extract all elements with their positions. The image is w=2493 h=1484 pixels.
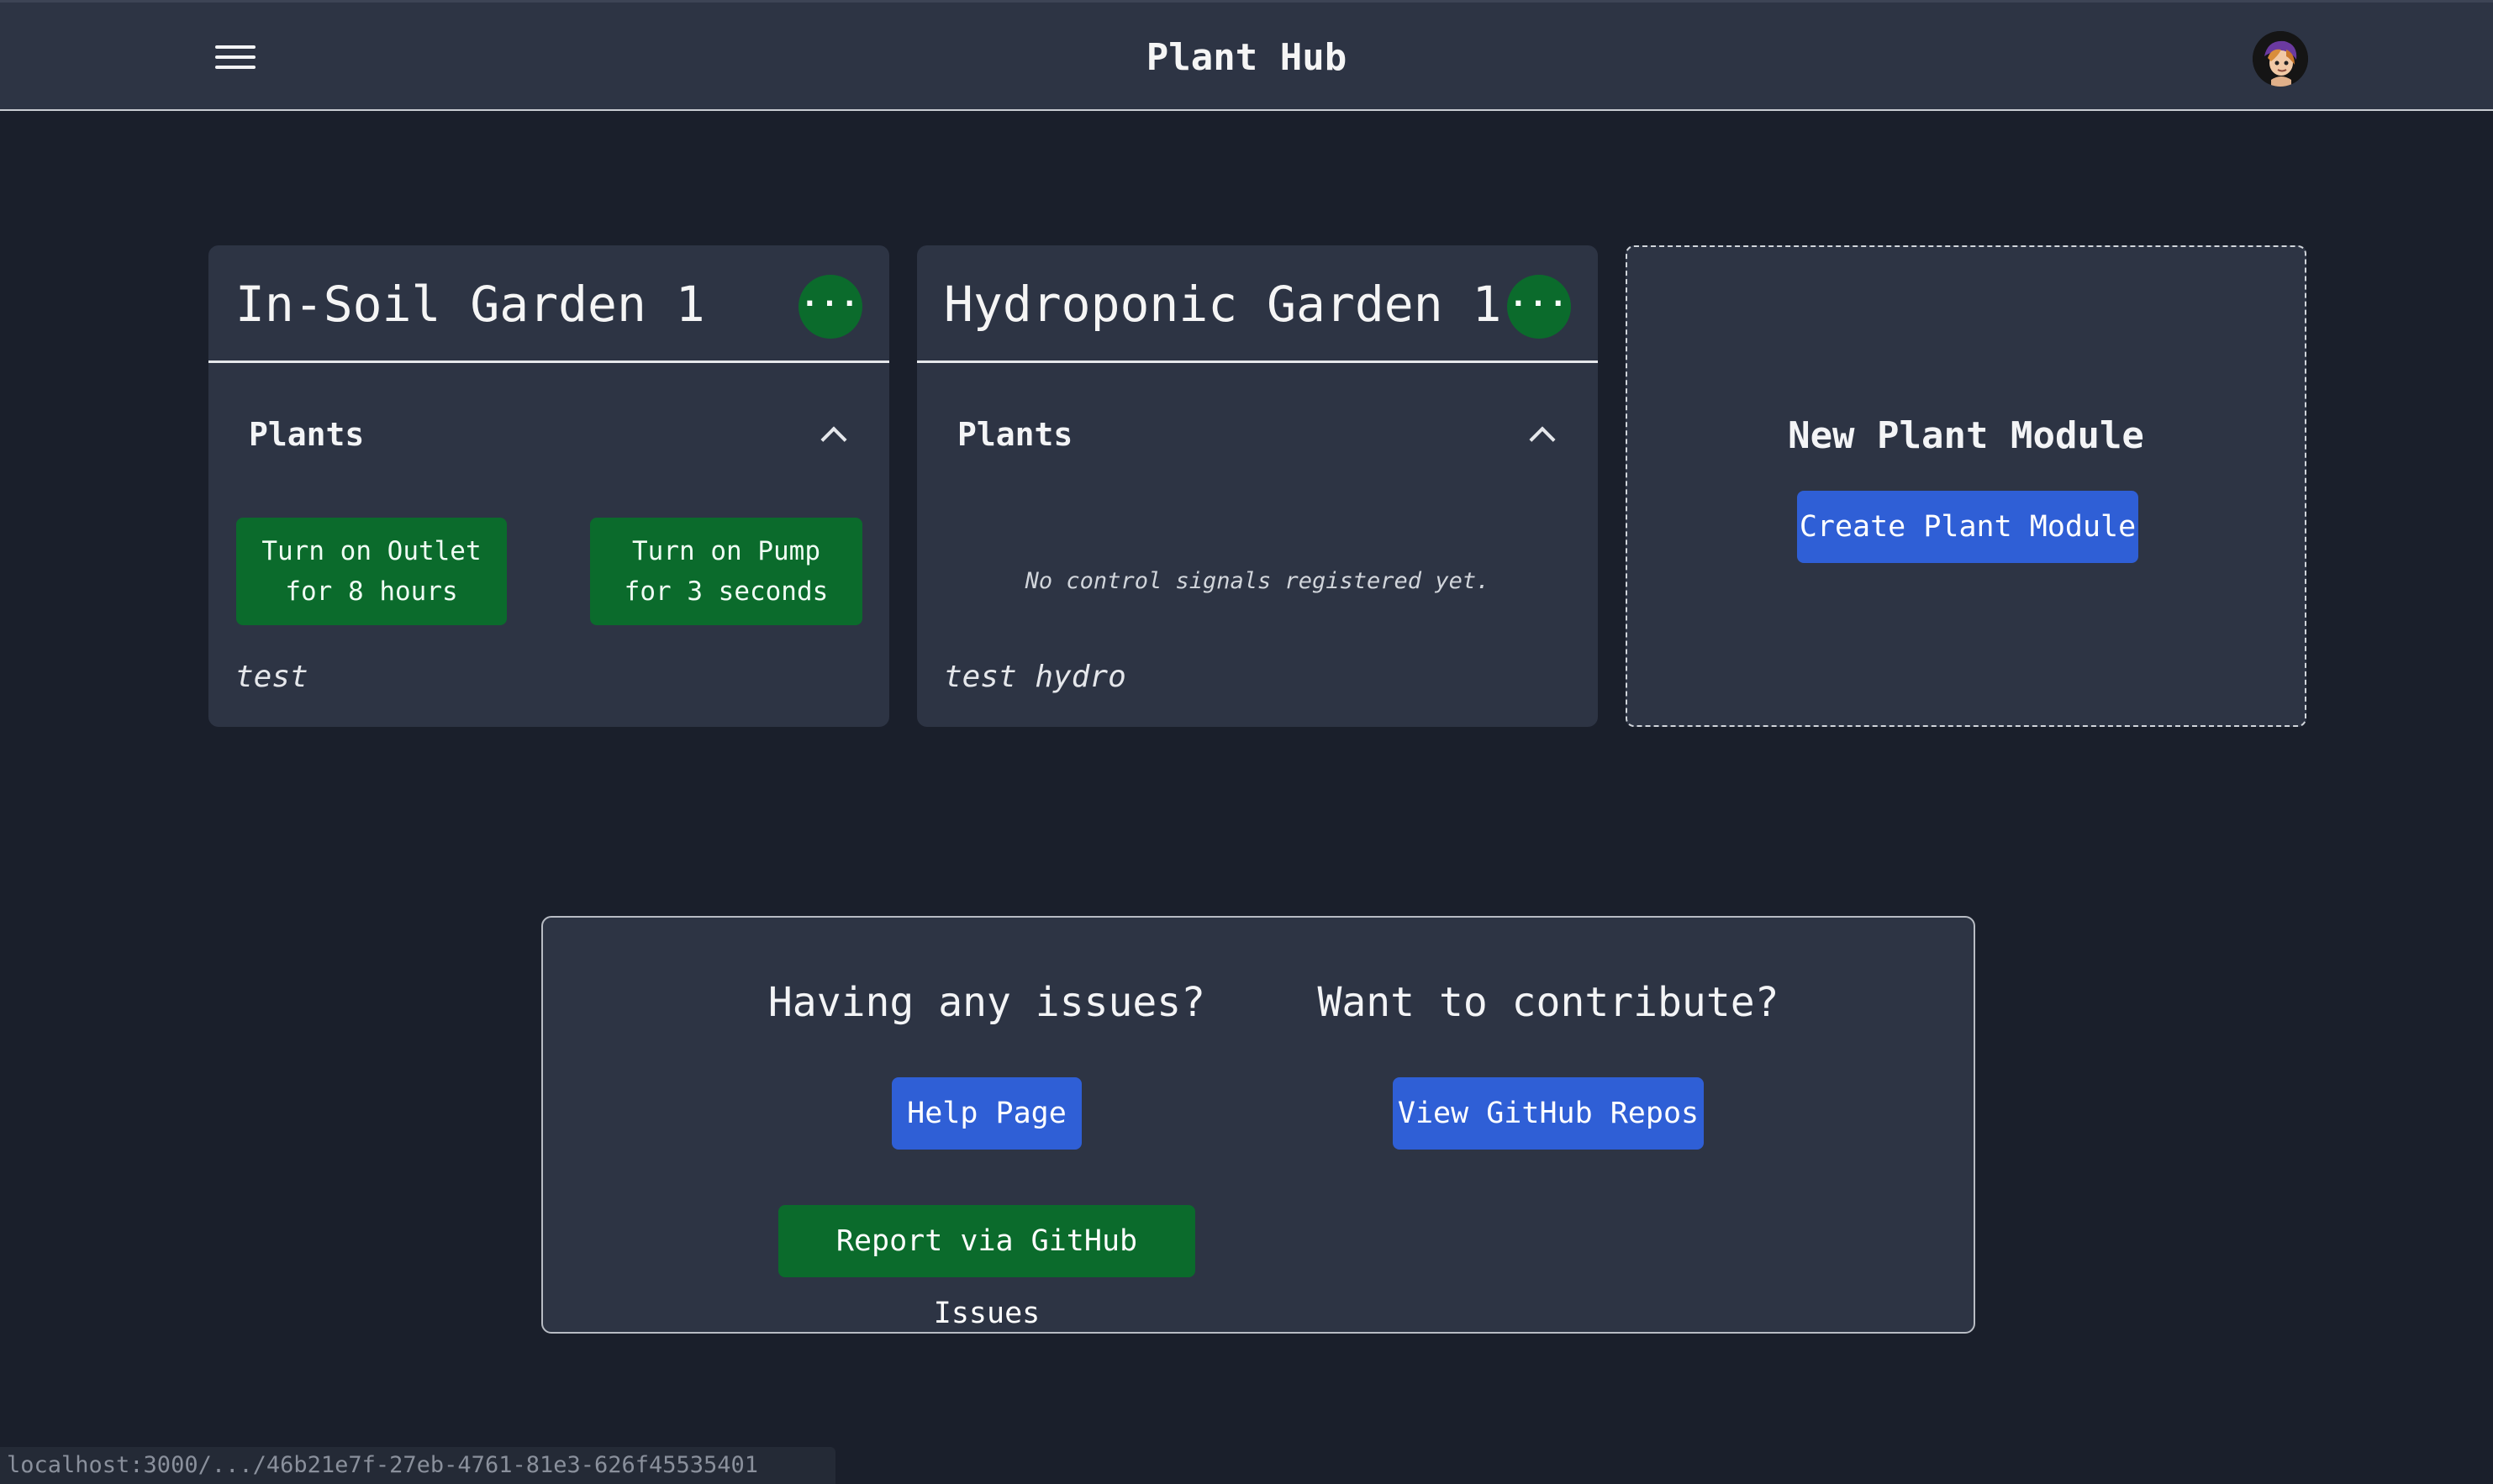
menu-icon-line — [215, 55, 256, 59]
new-plant-module-card: New Plant Module Create Plant Module — [1626, 245, 2306, 727]
plant-module-card: In-Soil Garden 1 ··· Plants Turn on Outl… — [208, 245, 889, 727]
avatar-image — [2253, 31, 2308, 87]
link-preview-status-bar: localhost:3000/.../46b21e7f-27eb-4761-81… — [0, 1447, 835, 1484]
plant-module-card: Hydroponic Garden 1 ··· Plants No contro… — [917, 245, 1598, 727]
module-title: In-Soil Garden 1 — [235, 276, 705, 333]
empty-signals-message: No control signals registered yet. — [1025, 568, 1490, 594]
plants-section-label: Plants — [249, 416, 365, 453]
card-header: In-Soil Garden 1 ··· — [208, 245, 889, 363]
app-title: Plant Hub — [1146, 36, 1347, 79]
control-signal-button[interactable]: Turn on Pump for 3 seconds — [590, 518, 862, 625]
create-plant-module-button[interactable]: Create Plant Module — [1797, 491, 2138, 563]
card-header: Hydroponic Garden 1 ··· — [917, 245, 1598, 363]
issues-heading: Having any issues? — [767, 979, 1206, 1026]
view-github-repos-button[interactable]: View GitHub Repos — [1393, 1077, 1704, 1150]
chevron-up-icon[interactable] — [1526, 420, 1556, 450]
menu-icon[interactable] — [210, 39, 262, 75]
contribute-heading: Want to contribute? — [1317, 979, 1779, 1026]
control-signal-button[interactable]: Turn on Outlet for 8 hours — [236, 518, 507, 625]
menu-icon-line — [215, 66, 256, 69]
plants-section-label: Plants — [957, 416, 1073, 453]
help-page-button[interactable]: Help Page — [892, 1077, 1082, 1150]
report-github-issues-button[interactable]: Report via GitHub Issues — [778, 1205, 1195, 1330]
user-avatar[interactable] — [2253, 31, 2308, 87]
more-horizontal-icon[interactable]: ··· — [1507, 275, 1571, 339]
new-module-title: New Plant Module — [1788, 414, 2144, 457]
module-note: test hydro — [944, 660, 1126, 694]
support-panel: Having any issues? Want to contribute? H… — [541, 916, 1975, 1334]
chevron-up-icon[interactable] — [817, 420, 847, 450]
menu-icon-line — [215, 45, 256, 49]
module-title: Hydroponic Garden 1 — [944, 276, 1502, 333]
module-note: test — [235, 660, 308, 694]
more-horizontal-icon[interactable]: ··· — [798, 275, 862, 339]
top-navigation-bar: Plant Hub — [0, 0, 2493, 111]
